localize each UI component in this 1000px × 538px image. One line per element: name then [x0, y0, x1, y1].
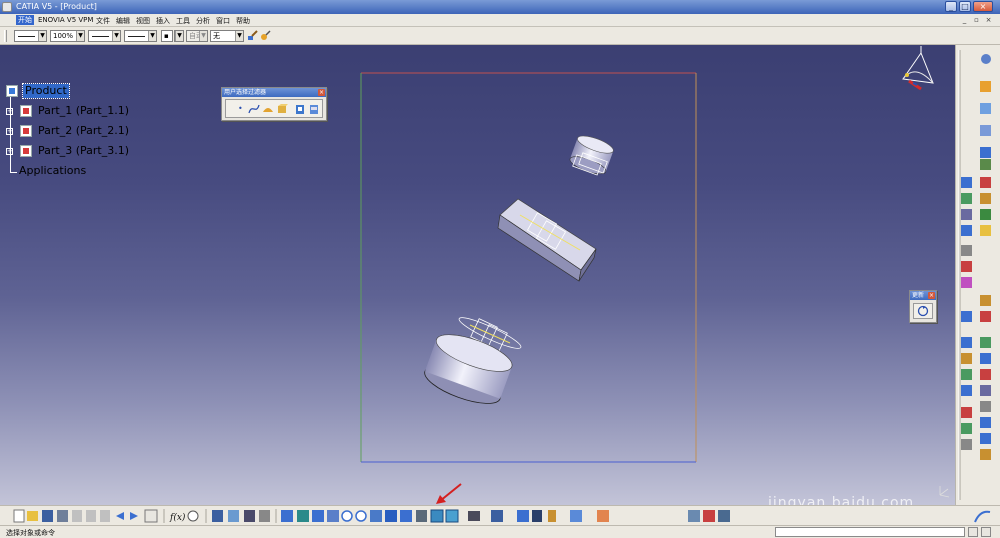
image-tools[interactable] [688, 510, 730, 522]
3d-viewport[interactable]: Product + Part_1 (Part_1.1) + Part_2 (Pa… [0, 45, 955, 505]
menu-start[interactable]: 开始 [16, 15, 34, 25]
doc-restore-button[interactable]: ▫ [972, 16, 981, 24]
menu-file[interactable]: 文件 [96, 16, 110, 26]
catia-app-icon[interactable] [2, 2, 12, 12]
axis-triad-icon [939, 486, 950, 498]
close-button[interactable]: × [973, 1, 993, 12]
menu-insert[interactable]: 插入 [156, 16, 170, 26]
chevron-down-icon: ▼ [199, 31, 207, 41]
chevron-down-icon: ▼ [148, 31, 156, 41]
constraint-tools[interactable] [961, 177, 991, 288]
view-frame [360, 72, 697, 463]
product-structure-tools[interactable] [980, 54, 991, 170]
right-toolbar-icons [958, 50, 991, 500]
annotation-arrow-icon [436, 483, 462, 504]
color-swatch [18, 36, 35, 37]
transparency-value: 100% [53, 32, 74, 40]
menu-window[interactable]: 窗口 [216, 16, 230, 26]
menu-analysis[interactable]: 分析 [196, 16, 210, 26]
linewidth-select[interactable]: ▼ [88, 30, 121, 42]
menu-view[interactable]: 视图 [136, 16, 150, 26]
copy-format-icon[interactable] [260, 30, 271, 41]
part-block[interactable] [497, 198, 597, 282]
chevron-down-icon: ▼ [76, 31, 84, 41]
layer-select[interactable]: 无 ▼ [210, 30, 244, 42]
right-toolbar [955, 45, 1000, 505]
space-analysis-tools[interactable] [961, 295, 991, 460]
formula-tools[interactable]: f(x) [169, 510, 199, 523]
minimize-button[interactable]: _ [945, 1, 957, 12]
view-tools[interactable] [281, 509, 459, 523]
point-symbol-dropdown[interactable]: ▼ [174, 30, 184, 42]
chevron-down-icon: ▼ [112, 31, 120, 41]
catalog-tools[interactable] [212, 510, 270, 522]
menu-enovia[interactable]: ENOVIA V5 VPM [38, 16, 93, 24]
point-symbol-select[interactable]: ▪ [161, 30, 173, 42]
svg-text:f(x): f(x) [169, 512, 186, 523]
rendering-style-select[interactable]: 自动 ▼ [186, 30, 208, 42]
menu-help[interactable]: 帮助 [236, 16, 250, 26]
toolbar-grip[interactable] [4, 30, 7, 42]
color-select[interactable]: ▼ [14, 30, 47, 42]
catia-logo [974, 510, 991, 523]
menu-edit[interactable]: 编辑 [116, 16, 130, 26]
menu-bar: 开始 ENOVIA V5 VPM 文件 编辑 视图 插入 工具 分析 窗口 帮助… [0, 14, 1000, 27]
doc-minimize-button[interactable]: _ [960, 16, 969, 24]
format-toolbar: ▼ 100% ▼ ▼ ▼ ▪ ▼ 自动 ▼ 无 ▼ [0, 27, 1000, 45]
point-symbol-value: ▪ [164, 32, 169, 40]
chevron-down-icon: ▼ [38, 31, 46, 41]
status-message: 选择对象或命令 [6, 529, 55, 537]
window-title: CATIA V5 - [Product] [16, 2, 97, 11]
compass-icon[interactable] [902, 46, 934, 91]
render-tools[interactable] [468, 510, 609, 522]
maximize-button[interactable]: □ [959, 1, 971, 12]
chevron-down-icon: ▼ [235, 31, 243, 41]
linetype-select[interactable]: ▼ [124, 30, 157, 42]
toolbar-grip[interactable] [958, 50, 961, 500]
file-tools[interactable] [13, 509, 158, 523]
status-button[interactable] [981, 527, 991, 537]
linetype-preview [128, 36, 145, 37]
menu-tools[interactable]: 工具 [176, 16, 190, 26]
command-input[interactable] [775, 527, 965, 537]
part-small-cylinder[interactable] [568, 132, 615, 177]
doc-close-button[interactable]: × [984, 16, 993, 24]
layer-value: 无 [213, 32, 220, 40]
standard-toolbar: f(x) [0, 505, 1000, 525]
title-bar: CATIA V5 - [Product] _ □ × [0, 0, 1000, 14]
status-bar: 选择对象或命令 [0, 525, 1000, 538]
watermark: jingyan.baidu.com [768, 495, 915, 505]
linewidth-preview [92, 36, 109, 37]
bottom-toolbar-icons: f(x) [13, 509, 991, 523]
status-button[interactable] [968, 527, 978, 537]
paint-brush-icon[interactable] [247, 30, 258, 41]
transparency-select[interactable]: 100% ▼ [50, 30, 85, 42]
part-large-cylinder[interactable] [420, 313, 523, 411]
scene-graphics [360, 46, 950, 498]
chevron-down-icon: ▼ [175, 31, 183, 41]
